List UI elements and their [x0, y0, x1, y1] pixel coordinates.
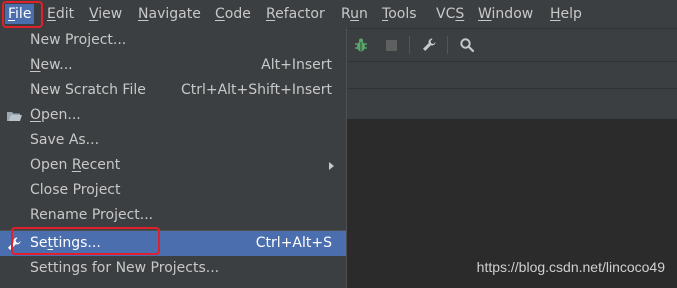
submenu-arrow-icon — [329, 162, 334, 170]
menu-vcs[interactable]: VCS — [436, 4, 464, 24]
wrench-icon — [6, 236, 22, 252]
shortcut-label: Ctrl+Alt+Shift+Insert — [180, 82, 332, 98]
menu-item-close-project[interactable]: Close Project — [0, 178, 346, 203]
menu-view[interactable]: View — [89, 4, 122, 24]
stop-icon[interactable] — [381, 35, 401, 55]
menu-item-new-project[interactable]: New Project... — [0, 28, 346, 53]
menu-item-rename-project[interactable]: Rename Project... — [0, 203, 346, 228]
editor-tab-bar — [347, 89, 677, 120]
shortcut-label: Ctrl+Alt+S — [255, 235, 332, 251]
search-icon[interactable] — [457, 35, 477, 55]
folder-icon — [6, 108, 22, 124]
navigation-bar — [347, 62, 677, 89]
menu-item-settings[interactable]: Settings... Ctrl+Alt+S — [0, 231, 346, 256]
menu-help[interactable]: Help — [550, 4, 582, 24]
watermark-text: https://blog.csdn.net/lincoco49 — [476, 259, 665, 275]
menu-item-open-recent[interactable]: Open Recent — [0, 153, 346, 178]
menu-navigate[interactable]: Navigate — [138, 4, 201, 24]
menu-refactor[interactable]: Refactor — [266, 4, 325, 24]
file-menu-dropdown: New Project... New... Alt+Insert New Scr… — [0, 28, 347, 288]
shortcut-label: Alt+Insert — [261, 57, 332, 73]
debug-bug-icon[interactable] — [351, 35, 371, 55]
main-toolbar — [347, 29, 677, 62]
menu-item-new[interactable]: New... Alt+Insert — [0, 53, 346, 78]
menu-item-save-as[interactable]: Save As... — [0, 128, 346, 153]
menu-item-open[interactable]: Open... — [0, 103, 346, 128]
menu-edit[interactable]: Edit — [47, 4, 74, 24]
menu-item-new-scratch-file[interactable]: New Scratch File Ctrl+Alt+Shift+Insert — [0, 78, 346, 103]
menu-window[interactable]: Window — [478, 4, 533, 24]
menu-tools[interactable]: Tools — [382, 4, 417, 24]
menu-file[interactable]: File — [5, 4, 35, 24]
wrench-icon[interactable] — [419, 35, 439, 55]
menu-run[interactable]: Run — [341, 4, 368, 24]
menu-item-settings-new-projects[interactable]: Settings for New Projects... — [0, 256, 346, 281]
menu-code[interactable]: Code — [215, 4, 251, 24]
menu-bar: File Edit View Navigate Code Refactor Ru… — [0, 0, 677, 29]
